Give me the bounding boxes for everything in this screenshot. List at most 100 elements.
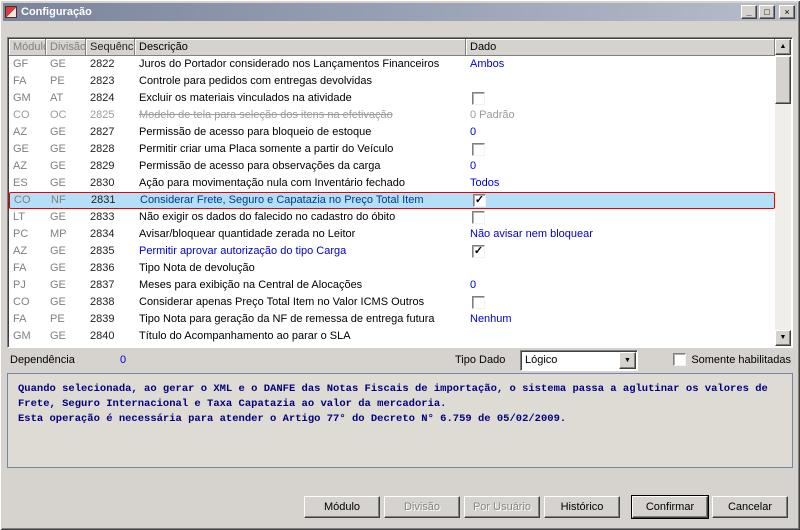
config-table: Módulo Divisão Sequência Descrição Dado … [7, 37, 793, 348]
table-row[interactable]: CO NF 2831 Considerar Frete, Seguro e Capat… [9, 192, 775, 209]
table-row[interactable]: PJ GE 2837 Meses para exibição na Central d… [9, 277, 775, 294]
table-row[interactable]: FA PE 2839 Tipo Nota para geração da NF de … [9, 311, 775, 328]
cell-divisao: NF [51, 194, 66, 206]
cell-divisao: GE [50, 211, 66, 223]
scroll-down-icon[interactable]: ▼ [775, 330, 791, 346]
table-row[interactable]: LT GE 2833 Não exigir os dados do falecido … [9, 209, 775, 226]
scroll-up-icon[interactable]: ▲ [775, 39, 791, 55]
confirmar-button[interactable]: Confirmar [632, 496, 708, 518]
help-line: Frete, Seguro Internacional e Taxa Capat… [18, 398, 447, 410]
cell-divisao: GE [50, 279, 66, 291]
somente-habilitadas-checkbox[interactable] [673, 353, 687, 366]
dado-checkbox[interactable] [472, 143, 485, 156]
table-row[interactable]: CO GE 2838 Considerar apenas Preço Total It… [9, 294, 775, 311]
chevron-down-icon[interactable]: ▼ [619, 352, 636, 369]
cell-dado [466, 329, 775, 344]
tipo-dado-label: Tipo Dado [455, 354, 506, 366]
cell-dado: Todos [470, 177, 500, 189]
dado-checkbox[interactable]: ✓ [472, 245, 485, 258]
cell-dado [466, 210, 775, 225]
help-line: Quando selecionada, ao gerar o XML e o D… [18, 383, 768, 395]
cell-divisao: GE [50, 245, 66, 257]
column-header-divisao[interactable]: Divisão [46, 39, 86, 56]
titlebar: Configuração _ □ × [3, 3, 797, 21]
table-row[interactable]: ES GE 2830 Ação para movimentação nula com … [9, 175, 775, 192]
table-row[interactable]: GF GE 2822 Juros do Portador considerado no… [9, 56, 775, 73]
cell-descricao: Ação para movimentação nula com Inventár… [139, 177, 405, 189]
table-row[interactable]: AZ GE 2835 Permitir aprovar autorização do … [9, 243, 775, 260]
dado-checkbox[interactable] [472, 296, 485, 309]
cell-descricao: Meses para exibição na Central de Alocaç… [139, 279, 363, 291]
column-header-sequencia[interactable]: Sequência [86, 39, 135, 56]
cell-modulo: CO [13, 296, 30, 308]
window-controls: _ □ × [741, 5, 795, 19]
table-row[interactable]: FA GE 2836 Tipo Nota de devolução [9, 260, 775, 277]
table-body: GF GE 2822 Juros do Portador considerado no… [9, 56, 775, 345]
maximize-button[interactable]: □ [759, 5, 775, 19]
cell-dado: 0 Padrão [470, 109, 515, 121]
table-row[interactable]: AZ GE 2829 Permissão de acesso para observa… [9, 158, 775, 175]
cell-sequencia: 2825 [90, 109, 115, 121]
somente-habilitadas-group: Somente habilitadas [671, 353, 791, 366]
cell-modulo: GM [13, 330, 31, 342]
cell-dado [466, 142, 775, 157]
cell-dado: Não avisar nem bloquear [470, 228, 593, 240]
cell-sequencia: 2824 [90, 92, 115, 104]
divisao-button[interactable]: Divisão [384, 496, 460, 518]
column-header-descricao[interactable]: Descrição [135, 39, 466, 56]
table-row[interactable]: CO OC 2825 Modelo de tela para seleção dos … [9, 107, 775, 124]
table-row[interactable]: GE GE 2828 Permitir criar uma Placa somente… [9, 141, 775, 158]
table-row[interactable]: FA PE 2823 Controle para pedidos com entreg… [9, 73, 775, 90]
column-header-modulo[interactable]: Módulo [9, 39, 46, 56]
minimize-button[interactable]: _ [741, 5, 757, 19]
table-row[interactable]: AZ GE 2827 Permissão de acesso para bloquei… [9, 124, 775, 141]
scrollbar-thumb[interactable] [775, 56, 791, 104]
cell-modulo: FA [13, 262, 27, 274]
table-row[interactable]: PC MP 2834 Avisar/bloquear quantidade zerad… [9, 226, 775, 243]
cell-sequencia: 2839 [90, 313, 115, 325]
cancelar-button[interactable]: Cancelar [712, 496, 788, 518]
cell-modulo: CO [13, 109, 30, 121]
cell-modulo: ES [13, 177, 28, 189]
cell-sequencia: 2835 [90, 245, 115, 257]
por-usuario-button[interactable]: Por Usuário [464, 496, 540, 518]
cell-divisao: GE [50, 143, 66, 155]
historico-button[interactable]: Histórico [544, 496, 620, 518]
dado-checkbox[interactable]: ✓ [473, 194, 486, 207]
cell-dado: 0 [470, 279, 477, 291]
table-row[interactable]: GM AT 2824 Excluir os materiais vinculados … [9, 90, 775, 107]
cell-modulo: AZ [13, 126, 28, 138]
modulo-button[interactable]: Módulo [304, 496, 380, 518]
table-row[interactable]: GM GE 2840 Título do Acompanhamento ao para… [9, 328, 775, 345]
help-panel: Quando selecionada, ao gerar o XML e o D… [7, 373, 793, 468]
cell-descricao: Tipo Nota de devolução [139, 262, 255, 274]
cell-descricao: Permitir aprovar autorização do tipo Car… [139, 245, 347, 257]
dado-checkbox[interactable] [472, 211, 485, 224]
action-buttons: Módulo Divisão Por Usuário Histórico Con… [304, 496, 788, 518]
column-header-dado[interactable]: Dado [466, 39, 775, 56]
cell-descricao: Avisar/bloquear quantidade zerada no Lei… [139, 228, 356, 240]
cell-sequencia: 2828 [90, 143, 115, 155]
cell-dado [466, 74, 775, 89]
cell-modulo: PJ [13, 279, 26, 291]
cell-modulo: GF [13, 58, 29, 70]
cell-divisao: OC [50, 109, 67, 121]
app-icon [5, 6, 17, 18]
vertical-scrollbar[interactable]: ▲ ▼ [775, 39, 791, 346]
tipo-dado-select[interactable]: Lógico ▼ [520, 350, 638, 371]
cell-descricao: Permissão de acesso para bloqueio de est… [139, 126, 372, 138]
cell-divisao: MP [50, 228, 67, 240]
cell-divisao: PE [50, 75, 65, 87]
table-header: Módulo Divisão Sequência Descrição Dado [9, 39, 775, 56]
dado-checkbox[interactable] [472, 92, 485, 105]
cell-descricao: Não exigir os dados do falecido no cadas… [139, 211, 396, 223]
cell-descricao: Considerar Frete, Seguro e Capatazia no … [140, 194, 424, 206]
cell-dado [466, 91, 775, 106]
help-line: Esta operação é necessária para atender … [18, 413, 567, 425]
cell-descricao: Permitir criar uma Placa somente a parti… [139, 143, 394, 155]
cell-dado [466, 261, 775, 276]
cell-divisao: GE [50, 126, 66, 138]
cell-modulo: GM [13, 92, 31, 104]
close-button[interactable]: × [779, 5, 795, 19]
cell-modulo: GE [13, 143, 29, 155]
